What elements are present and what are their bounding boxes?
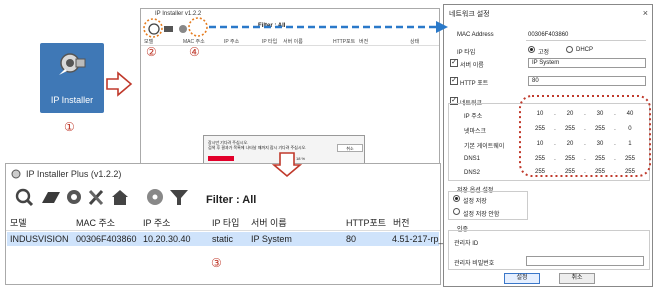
arrow-down-hollow [271, 152, 303, 178]
network-fields-highlight [519, 95, 651, 177]
step-2-highlight [143, 18, 163, 38]
annotation-overlay [106, 17, 651, 178]
step-4-highlight [188, 17, 208, 37]
screenshot-stage: IP Installer ① IP Installer v1.2.2 Filte… [0, 0, 655, 289]
arrow-right-hollow [106, 71, 133, 97]
step-2-marker: ② [146, 45, 157, 59]
step-4-marker: ④ [189, 45, 200, 59]
dashed-arrowhead [436, 21, 448, 33]
